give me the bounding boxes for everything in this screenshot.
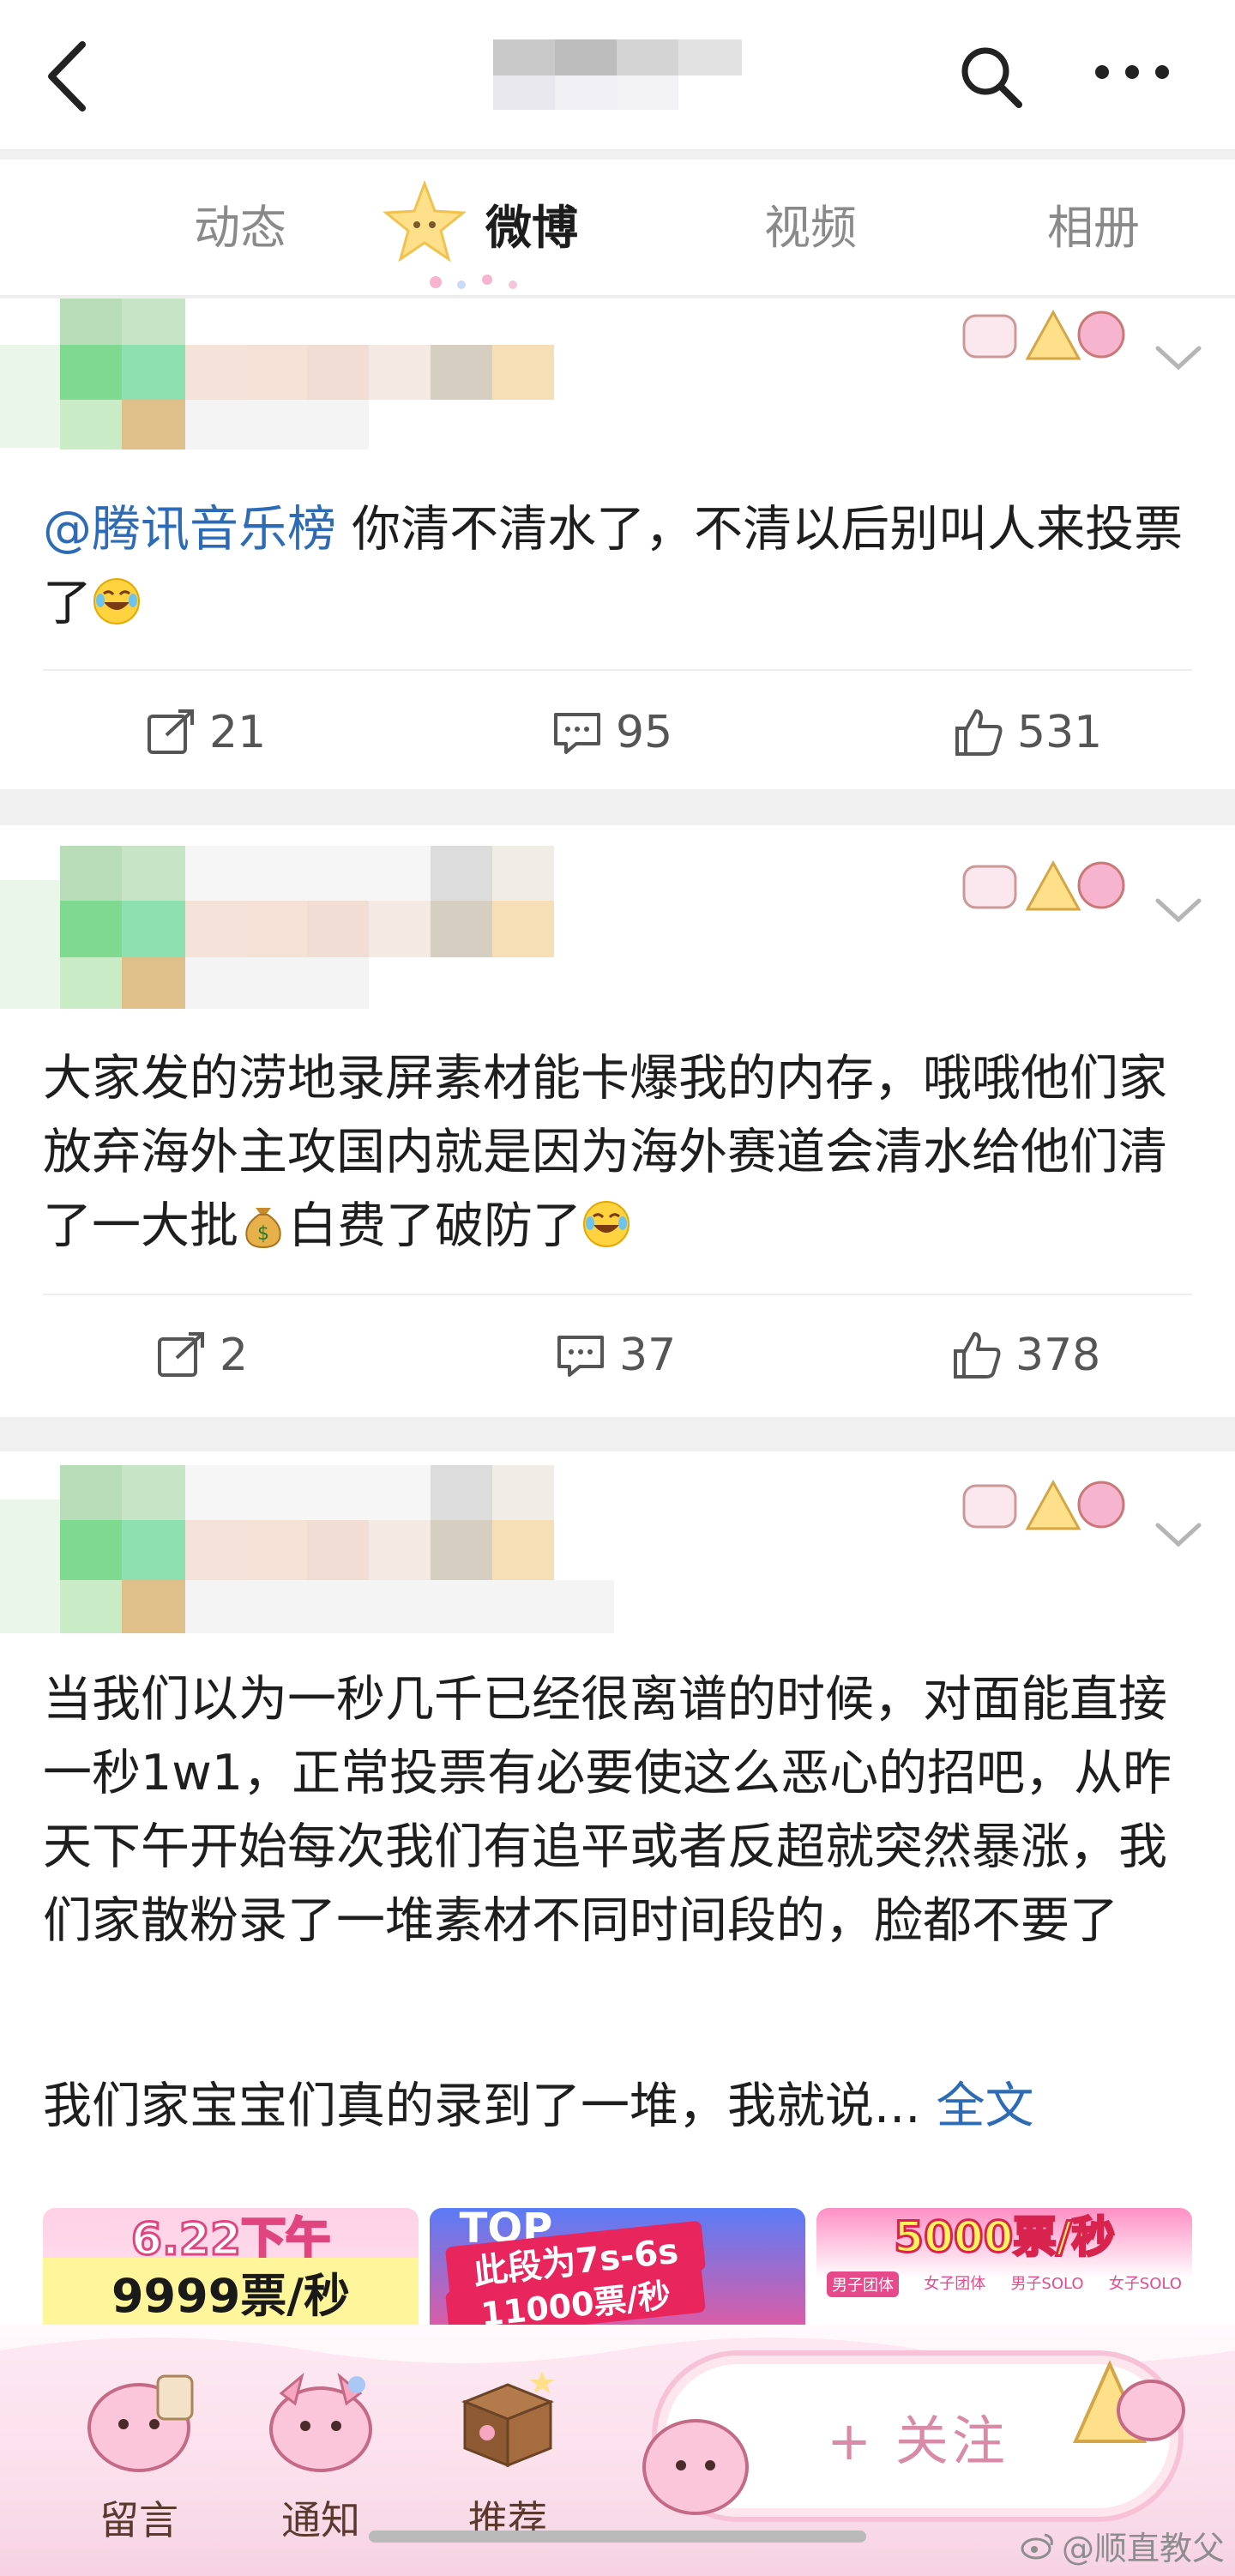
repost-icon bbox=[148, 709, 194, 754]
chevron-down-icon[interactable] bbox=[1153, 341, 1204, 376]
post-body: 大家发的涝地录屏素材能卡爆我的内存，哦哦他们家放弃海外主攻国内就是因为海外赛道会… bbox=[43, 1041, 1201, 1263]
repost-button[interactable]: 21 bbox=[144, 698, 266, 767]
divider bbox=[43, 669, 1192, 671]
bottom-item-comment[interactable]: 留言 bbox=[70, 2359, 208, 2556]
chevron-down-icon[interactable] bbox=[1153, 894, 1204, 928]
svg-text:$: $ bbox=[257, 1223, 269, 1245]
chevron-down-icon[interactable] bbox=[1153, 1518, 1204, 1553]
post-body: 当我们以为一秒几千已经很离谱的时候，对面能直接一秒1w1，正常投票有必要使这么恶… bbox=[43, 1662, 1201, 1958]
tab-weibo[interactable]: 微博 bbox=[463, 194, 600, 262]
money-bag-emoji-icon: $ bbox=[245, 1208, 281, 1249]
post-image-thumbnail[interactable]: 5000票/秒 男子团体 女子团体 男子SOLO 女子SOLO bbox=[816, 2208, 1192, 2337]
comment-sticker-icon bbox=[87, 2374, 194, 2472]
post-text: 我们家宝宝们真的录到了一堆，我就说... bbox=[43, 2078, 921, 2134]
bottom-item-notification[interactable]: 通知 bbox=[252, 2359, 389, 2556]
post-body: @腾讯音乐榜 你清不清水了，不清以后别叫人来投票了 bbox=[43, 492, 1201, 640]
mention-link[interactable]: @腾讯音乐榜 bbox=[43, 501, 336, 558]
watermark: @顺直教父 bbox=[1021, 2522, 1225, 2569]
thumbnail-subtab: 男子团体 bbox=[827, 2271, 899, 2297]
repost-icon bbox=[158, 1332, 204, 1377]
fan-badge-sticker-icon bbox=[962, 1479, 1125, 1530]
back-arrow-icon[interactable] bbox=[38, 38, 99, 115]
thumbnail-subtabs: 男子团体 女子团体 男子SOLO 女子SOLO bbox=[827, 2271, 1182, 2297]
follow-label: + 关注 bbox=[827, 2410, 1009, 2472]
thumbs-up-icon bbox=[955, 709, 1003, 756]
author-header-blurred bbox=[0, 299, 600, 482]
thumbnail-caption-line2: 9999票/秒 bbox=[43, 2258, 419, 2326]
tab-album[interactable]: 相册 bbox=[1025, 194, 1162, 262]
watermark-text: @顺直教父 bbox=[1062, 2530, 1226, 2567]
post-text: 当我们以为一秒几千已经很离谱的时候，对面能直接一秒1w1，正常投票有必要使这么恶… bbox=[43, 1671, 1172, 1949]
post-text-end: 白费了破防了 bbox=[288, 1198, 581, 1254]
author-header-blurred bbox=[0, 1465, 614, 1654]
tab-video[interactable]: 视频 bbox=[742, 194, 879, 262]
author-header-blurred bbox=[0, 846, 600, 1035]
comment-button[interactable]: 37 bbox=[554, 1321, 676, 1390]
comment-icon bbox=[557, 1336, 604, 1377]
weibo-logo-icon bbox=[1021, 2533, 1053, 2559]
tab-decoration-icon bbox=[430, 274, 517, 289]
full-text-link[interactable]: 全文 bbox=[936, 2078, 1033, 2134]
thumbnail-subtab: 女子SOLO bbox=[1108, 2275, 1182, 2293]
profile-tabs: 动态 微博 视频 相册 bbox=[0, 160, 1235, 297]
laughing-emoji-icon bbox=[583, 1201, 630, 1247]
comment-count: 37 bbox=[619, 1330, 677, 1381]
post-image-thumbnail[interactable]: 6.22下午 9999票/秒 bbox=[43, 2208, 419, 2337]
like-button[interactable]: 378 bbox=[950, 1321, 1100, 1390]
comment-button[interactable]: 95 bbox=[551, 698, 672, 767]
profile-name-blurred bbox=[493, 39, 742, 110]
tab-dynamic[interactable]: 动态 bbox=[172, 194, 309, 262]
fan-badge-sticker-icon bbox=[962, 309, 1125, 360]
laughing-emoji-icon bbox=[93, 578, 140, 624]
recommend-box-icon bbox=[461, 2371, 555, 2468]
home-indicator[interactable] bbox=[369, 2531, 866, 2543]
thumbnail-subtab: 女子团体 bbox=[924, 2275, 986, 2293]
like-count: 378 bbox=[1015, 1330, 1101, 1381]
search-icon[interactable] bbox=[957, 43, 1024, 110]
post-card: @腾讯音乐榜 你清不清水了，不清以后别叫人来投票了 21 95 531 bbox=[0, 299, 1235, 789]
bottom-item-recommend[interactable]: 推荐 bbox=[439, 2359, 576, 2556]
weibo-profile-page: 动态 微博 视频 相册 @腾讯音乐榜 你清不清水了，不清以后别叫人来投票了 21… bbox=[0, 0, 1235, 2576]
divider bbox=[43, 1294, 1192, 1295]
star-sticker-icon bbox=[383, 179, 467, 262]
post-image-thumbnail[interactable]: TOP 此段为7s-6s 11000票/秒 bbox=[430, 2208, 805, 2337]
thumbnail-caption-line1: 5000票/秒 bbox=[893, 2211, 1116, 2264]
post-body-continued: 我们家宝宝们真的录到了一堆，我就说... 全文 bbox=[43, 2069, 1201, 2143]
comment-count: 95 bbox=[616, 707, 673, 758]
repost-button[interactable]: 2 bbox=[154, 1321, 248, 1390]
repost-count: 2 bbox=[220, 1330, 249, 1381]
thumbnail-subtab: 男子SOLO bbox=[1010, 2275, 1084, 2293]
repost-count: 21 bbox=[209, 707, 267, 758]
fan-badge-sticker-icon bbox=[962, 860, 1125, 911]
notification-sticker-icon bbox=[269, 2372, 372, 2472]
like-count: 531 bbox=[1017, 707, 1103, 758]
post-image-grid: 6.22下午 9999票/秒 TOP 此段为7s-6s 11000票/秒 500… bbox=[43, 2208, 1192, 2337]
comment-icon bbox=[554, 713, 600, 754]
bottom-item-label: 留言 bbox=[99, 2497, 178, 2543]
more-options-icon[interactable] bbox=[1089, 55, 1175, 89]
like-button[interactable]: 531 bbox=[952, 698, 1102, 767]
thumbs-up-icon bbox=[954, 1332, 1001, 1378]
follow-button[interactable]: + 关注 bbox=[642, 2350, 1185, 2522]
post-card: 大家发的涝地录屏素材能卡爆我的内存，哦哦他们家放弃海外主攻国内就是因为海外赛道会… bbox=[0, 825, 1235, 1417]
top-navigation-bar bbox=[0, 0, 1235, 151]
